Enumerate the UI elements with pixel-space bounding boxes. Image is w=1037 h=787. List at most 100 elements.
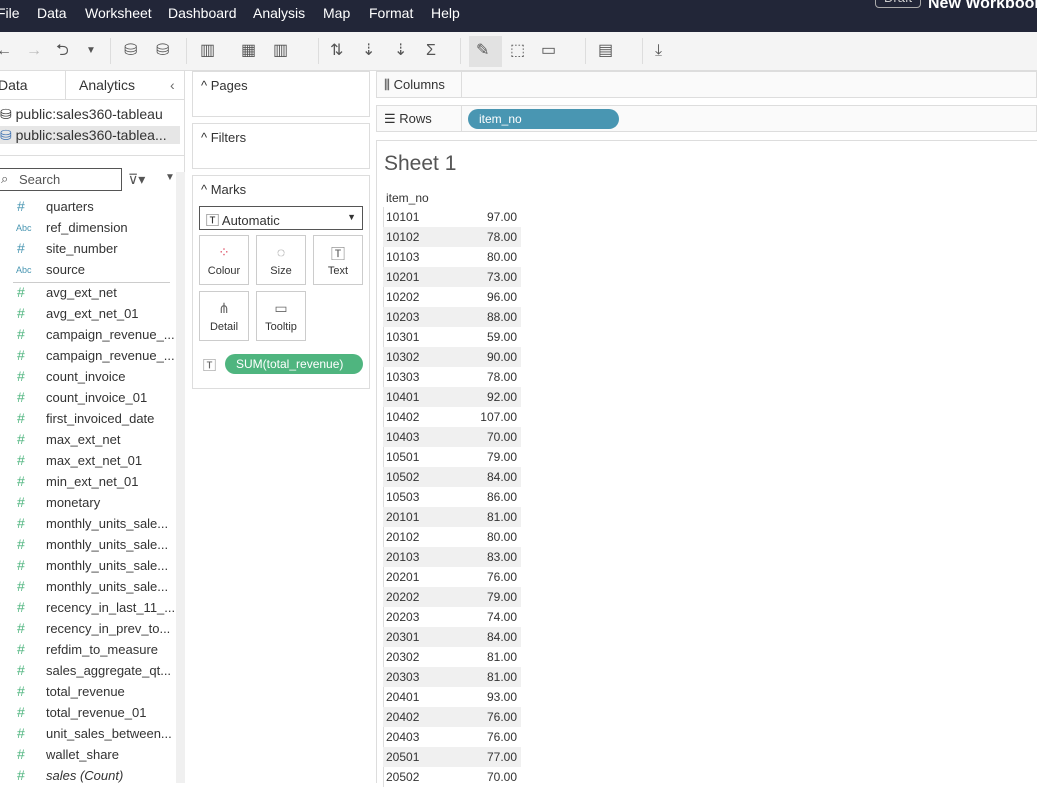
field-item[interactable]: # first_invoiced_date bbox=[0, 409, 176, 430]
field-item[interactable]: # recency_in_last_11_... bbox=[0, 598, 176, 619]
scrollbar[interactable] bbox=[176, 172, 185, 783]
rows-shelf[interactable]: ☰ Rows item_no bbox=[376, 105, 1037, 132]
mark-type-dropdown[interactable]: 🅃 Automatic ▼ bbox=[199, 206, 363, 230]
field-item[interactable]: # monthly_units_sale... bbox=[0, 577, 176, 598]
row-header[interactable]: 10203 bbox=[386, 310, 419, 324]
field-item[interactable]: # count_invoice_01 bbox=[0, 388, 176, 409]
field-item[interactable]: # sales (Count) bbox=[0, 766, 176, 787]
cell-value[interactable]: 90.00 bbox=[487, 350, 517, 364]
totals-icon[interactable]: Σ bbox=[426, 41, 436, 61]
size-button[interactable]: ◌ Size bbox=[256, 235, 306, 285]
cell-value[interactable]: 83.00 bbox=[487, 550, 517, 564]
row-header[interactable]: 10503 bbox=[386, 490, 419, 504]
replay-dropdown-icon[interactable]: ▼ bbox=[86, 41, 96, 61]
field-item[interactable]: # campaign_revenue_... bbox=[0, 325, 176, 346]
field-item[interactable]: # quarters bbox=[0, 197, 176, 218]
download-icon[interactable]: ⤓ bbox=[655, 41, 662, 61]
menu-file[interactable]: File bbox=[0, 5, 20, 21]
cell-value[interactable]: 74.00 bbox=[487, 610, 517, 624]
row-header[interactable]: 10201 bbox=[386, 270, 419, 284]
row-header[interactable]: 10303 bbox=[386, 370, 419, 384]
cell-value[interactable]: 81.00 bbox=[487, 650, 517, 664]
row-header[interactable]: 20303 bbox=[386, 670, 419, 684]
cell-value[interactable]: 93.00 bbox=[487, 690, 517, 704]
cell-value[interactable]: 80.00 bbox=[487, 250, 517, 264]
row-header[interactable]: 20501 bbox=[386, 750, 419, 764]
row-header[interactable]: 20103 bbox=[386, 550, 419, 564]
highlight-icon[interactable]: ✎ bbox=[476, 41, 489, 61]
row-header[interactable]: 10102 bbox=[386, 230, 419, 244]
field-item[interactable]: # total_revenue_01 bbox=[0, 703, 176, 724]
datasource-item[interactable]: ⛁ public:sales360-tableau bbox=[0, 106, 163, 123]
filters-card[interactable]: ^ Filters bbox=[192, 123, 370, 169]
detail-button[interactable]: ⋔ Detail bbox=[199, 291, 249, 341]
collapse-icon[interactable]: ‹ bbox=[170, 77, 175, 93]
field-item[interactable]: # recency_in_prev_to... bbox=[0, 619, 176, 640]
labels-icon[interactable]: ⬚ bbox=[510, 41, 525, 61]
row-header[interactable]: 10401 bbox=[386, 390, 419, 404]
field-item[interactable]: # max_ext_net_01 bbox=[0, 451, 176, 472]
menu-dashboard[interactable]: Dashboard bbox=[168, 5, 237, 21]
cell-value[interactable]: 77.00 bbox=[487, 750, 517, 764]
cell-value[interactable]: 79.00 bbox=[487, 450, 517, 464]
colour-button[interactable]: ⁘ Colour bbox=[199, 235, 249, 285]
menu-data[interactable]: Data bbox=[37, 5, 67, 21]
field-item[interactable]: # avg_ext_net bbox=[0, 283, 176, 304]
field-item[interactable]: # monthly_units_sale... bbox=[0, 556, 176, 577]
item-no-pill[interactable]: item_no bbox=[468, 109, 619, 129]
field-item[interactable]: # refdim_to_measure bbox=[0, 640, 176, 661]
field-item[interactable]: # campaign_revenue_... bbox=[0, 346, 176, 367]
field-item[interactable]: Abc ref_dimension bbox=[0, 218, 176, 239]
field-item[interactable]: # total_revenue bbox=[0, 682, 176, 703]
cell-value[interactable]: 92.00 bbox=[487, 390, 517, 404]
row-header[interactable]: 10402 bbox=[386, 410, 419, 424]
cell-value[interactable]: 78.00 bbox=[487, 370, 517, 384]
row-header[interactable]: 10101 bbox=[386, 210, 419, 224]
field-item[interactable]: # sales_aggregate_qt... bbox=[0, 661, 176, 682]
field-item[interactable]: # unit_sales_between... bbox=[0, 724, 176, 745]
cell-value[interactable]: 81.00 bbox=[487, 510, 517, 524]
row-header[interactable]: 10301 bbox=[386, 330, 419, 344]
cell-value[interactable]: 86.00 bbox=[487, 490, 517, 504]
row-header[interactable]: 20302 bbox=[386, 650, 419, 664]
text-button[interactable]: 🅃 Text bbox=[313, 235, 363, 285]
cell-value[interactable]: 84.00 bbox=[487, 630, 517, 644]
row-header[interactable]: 10302 bbox=[386, 350, 419, 364]
cell-value[interactable]: 76.00 bbox=[487, 570, 517, 584]
cell-value[interactable]: 97.00 bbox=[487, 210, 517, 224]
filter-icon[interactable]: ⊽▾ bbox=[128, 171, 145, 188]
field-item[interactable]: # min_ext_net_01 bbox=[0, 472, 176, 493]
menu-help[interactable]: Help bbox=[431, 5, 460, 21]
menu-analysis[interactable]: Analysis bbox=[253, 5, 305, 21]
cell-value[interactable]: 76.00 bbox=[487, 730, 517, 744]
cell-value[interactable]: 88.00 bbox=[487, 310, 517, 324]
column-header-item-no[interactable]: item_no bbox=[386, 191, 429, 205]
columns-shelf[interactable]: ⫼ Columns bbox=[376, 71, 1037, 98]
row-header[interactable]: 20202 bbox=[386, 590, 419, 604]
row-header[interactable]: 20403 bbox=[386, 730, 419, 744]
menu-map[interactable]: Map bbox=[323, 5, 350, 21]
cell-value[interactable]: 79.00 bbox=[487, 590, 517, 604]
pause-updates-icon[interactable]: ⛁ bbox=[156, 41, 169, 61]
new-datasource-icon[interactable]: ⛁ bbox=[124, 41, 137, 61]
row-header[interactable]: 20301 bbox=[386, 630, 419, 644]
cell-value[interactable]: 81.00 bbox=[487, 670, 517, 684]
field-item[interactable]: # monthly_units_sale... bbox=[0, 535, 176, 556]
row-header[interactable]: 20502 bbox=[386, 770, 419, 784]
sort-ascending-icon[interactable]: ⇣ bbox=[362, 41, 375, 61]
row-header[interactable]: 20402 bbox=[386, 710, 419, 724]
row-header[interactable]: 10103 bbox=[386, 250, 419, 264]
datasource-item-selected[interactable]: ⛁ public:sales360-tablea... bbox=[0, 127, 167, 144]
cell-value[interactable]: 76.00 bbox=[487, 710, 517, 724]
field-item[interactable]: # wallet_share bbox=[0, 745, 176, 766]
tab-analytics[interactable]: Analytics bbox=[79, 77, 135, 93]
undo-icon[interactable]: ← bbox=[0, 41, 12, 61]
menu-dropdown-icon[interactable]: ▼ bbox=[165, 172, 175, 183]
search-input[interactable]: ⌕ Search bbox=[0, 168, 122, 191]
tab-data[interactable]: Data bbox=[0, 77, 28, 93]
row-header[interactable]: 10501 bbox=[386, 450, 419, 464]
cell-value[interactable]: 96.00 bbox=[487, 290, 517, 304]
new-worksheet-icon[interactable]: ▥ bbox=[200, 41, 215, 61]
sort-descending-icon[interactable]: ⇣ bbox=[394, 41, 407, 61]
fit-icon[interactable]: ▭ bbox=[541, 41, 556, 61]
